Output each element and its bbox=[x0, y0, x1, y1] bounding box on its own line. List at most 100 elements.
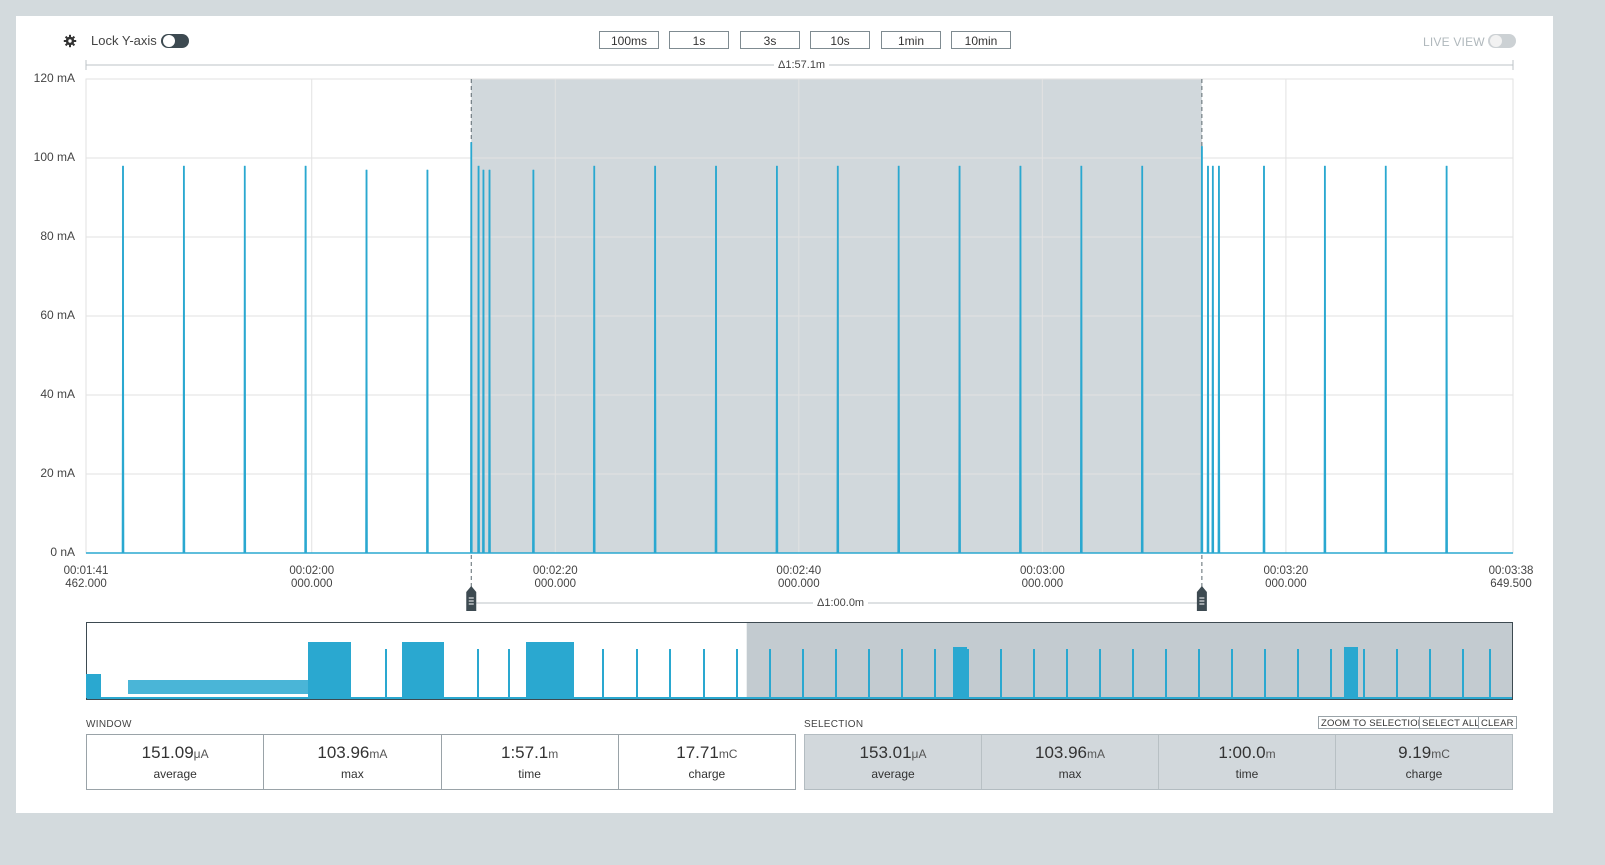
x-tick-label: 00:01:41 462.000 bbox=[46, 565, 126, 591]
window-max-unit: mA bbox=[369, 747, 388, 761]
selection-time-label: time bbox=[1235, 767, 1259, 781]
window-time-label: time bbox=[518, 767, 541, 781]
overview-spike bbox=[508, 649, 510, 698]
overview-spike bbox=[1330, 649, 1332, 698]
window-time-unit: m bbox=[548, 747, 559, 761]
overview-burst bbox=[308, 642, 351, 698]
selection-max-unit: mA bbox=[1087, 747, 1105, 761]
selection-handle[interactable] bbox=[466, 586, 477, 611]
selection-stats-title: SELECTION bbox=[804, 719, 864, 730]
x-tick-time: 00:03:00 bbox=[1019, 565, 1065, 577]
selection-max-cell: 103.96mA max bbox=[982, 735, 1159, 789]
overview-chart[interactable] bbox=[86, 622, 1513, 700]
overview-spike bbox=[736, 649, 738, 698]
selection-average-label: average bbox=[871, 767, 915, 781]
overview-spike bbox=[967, 649, 969, 698]
window-average-cell: 151.09μA average bbox=[87, 735, 265, 789]
selection-time-cell: 1:00.0m time bbox=[1159, 735, 1336, 789]
overview-spike bbox=[868, 649, 870, 698]
window-stats: 151.09μA average 103.96mA max 1:57.1m ti… bbox=[86, 734, 796, 790]
overview-spike bbox=[602, 649, 604, 698]
overview-burst bbox=[402, 642, 444, 698]
overview-spike bbox=[1132, 649, 1134, 698]
overview-noise bbox=[128, 680, 308, 694]
overview-spike bbox=[1198, 649, 1200, 698]
selection-charge-cell: 9.19mC charge bbox=[1336, 735, 1512, 789]
window-max-cell: 103.96mA max bbox=[264, 735, 442, 789]
overview-spike bbox=[1264, 649, 1266, 698]
overview-spike bbox=[802, 649, 804, 698]
window-stats-title: WINDOW bbox=[86, 719, 132, 730]
window-average-label: average bbox=[153, 767, 197, 781]
selection-time-unit: m bbox=[1265, 747, 1276, 761]
overview-spike bbox=[769, 649, 771, 698]
overview-spike bbox=[1462, 649, 1464, 698]
overview-spike bbox=[703, 649, 705, 698]
overview-spike bbox=[1000, 649, 1002, 698]
x-tick-time: 00:02:20 bbox=[532, 565, 578, 577]
selection-delta-label: Δ1:00.0m bbox=[813, 597, 869, 609]
overview-spike bbox=[1363, 649, 1365, 698]
overview-burst bbox=[1344, 647, 1358, 698]
overview-spike bbox=[1429, 649, 1431, 698]
x-tick-ms: 000.000 bbox=[1265, 578, 1307, 590]
clear-button[interactable]: CLEAR bbox=[1478, 716, 1517, 729]
zoom-to-selection-button[interactable]: ZOOM TO SELECTION bbox=[1318, 716, 1428, 729]
overview-spike bbox=[1297, 649, 1299, 698]
x-tick-ms: 000.000 bbox=[290, 578, 333, 590]
window-time-value: 1:57.1 bbox=[500, 743, 549, 762]
window-average-value: 151.09 bbox=[141, 743, 194, 762]
selection-handle[interactable] bbox=[1196, 586, 1207, 611]
overview-spike bbox=[385, 649, 387, 698]
y-tick-label: 40 mA bbox=[40, 387, 75, 401]
window-charge-value: 17.71 bbox=[676, 743, 719, 762]
y-tick-label: 100 mA bbox=[33, 150, 75, 164]
selection-charge-label: charge bbox=[1405, 767, 1443, 781]
overview-spike bbox=[901, 649, 903, 698]
overview-spike bbox=[669, 649, 671, 698]
window-charge-label: charge bbox=[688, 767, 726, 781]
x-tick-label: 00:02:00 000.000 bbox=[272, 565, 352, 591]
overview-spike bbox=[1165, 649, 1167, 698]
y-tick-label: 120 mA bbox=[33, 71, 75, 85]
window-time-cell: 1:57.1m time bbox=[442, 735, 619, 789]
overview-burst bbox=[526, 642, 574, 698]
x-tick-time: 00:02:40 bbox=[776, 565, 822, 577]
x-tick-ms: 649.500 bbox=[1490, 578, 1532, 590]
selection-time-value: 1:00.0 bbox=[1218, 743, 1266, 762]
select-all-button[interactable]: SELECT ALL bbox=[1419, 716, 1483, 729]
selection-charge-unit: mC bbox=[1431, 747, 1450, 761]
selection-average-value: 153.01 bbox=[859, 743, 912, 762]
x-tick-label: 00:03:00 000.000 bbox=[1002, 565, 1082, 591]
selection-charge-value: 9.19 bbox=[1398, 743, 1432, 762]
x-tick-ms: 000.000 bbox=[1021, 578, 1064, 590]
selection-max-value: 103.96 bbox=[1035, 743, 1087, 762]
selection-average-unit: μA bbox=[911, 747, 927, 761]
x-tick-time: 00:03:38 bbox=[1488, 565, 1534, 577]
y-tick-label: 60 mA bbox=[40, 308, 75, 322]
x-tick-ms: 000.000 bbox=[534, 578, 577, 590]
y-tick-label: 80 mA bbox=[40, 229, 75, 243]
selection-average-cell: 153.01μA average bbox=[805, 735, 982, 789]
selection-stats: 153.01μA average 103.96mA max 1:00.0m ti… bbox=[804, 734, 1513, 790]
selection-max-label: max bbox=[1058, 767, 1082, 781]
overview-spike bbox=[1066, 649, 1068, 698]
window-max-value: 103.96 bbox=[317, 743, 370, 762]
x-tick-label: 00:02:20 000.000 bbox=[515, 565, 595, 591]
window-average-unit: μA bbox=[193, 747, 209, 761]
overview-spike bbox=[934, 649, 936, 698]
x-tick-time: 00:03:20 bbox=[1263, 565, 1309, 577]
x-tick-label: 00:03:38 649.500 bbox=[1471, 565, 1551, 591]
x-tick-label: 00:02:40 000.000 bbox=[759, 565, 839, 591]
window-max-label: max bbox=[341, 767, 364, 781]
overview-spike bbox=[1489, 649, 1491, 698]
x-tick-ms: 000.000 bbox=[778, 578, 820, 590]
window-charge-cell: 17.71mC charge bbox=[619, 735, 795, 789]
overview-burst bbox=[86, 674, 101, 698]
y-tick-label: 0 nA bbox=[50, 545, 75, 559]
y-tick-label: 20 mA bbox=[40, 466, 75, 480]
x-tick-time: 00:02:00 bbox=[289, 565, 335, 577]
current-chart[interactable] bbox=[0, 0, 1605, 620]
overview-spike bbox=[636, 649, 638, 698]
x-tick-ms: 462.000 bbox=[65, 578, 107, 590]
